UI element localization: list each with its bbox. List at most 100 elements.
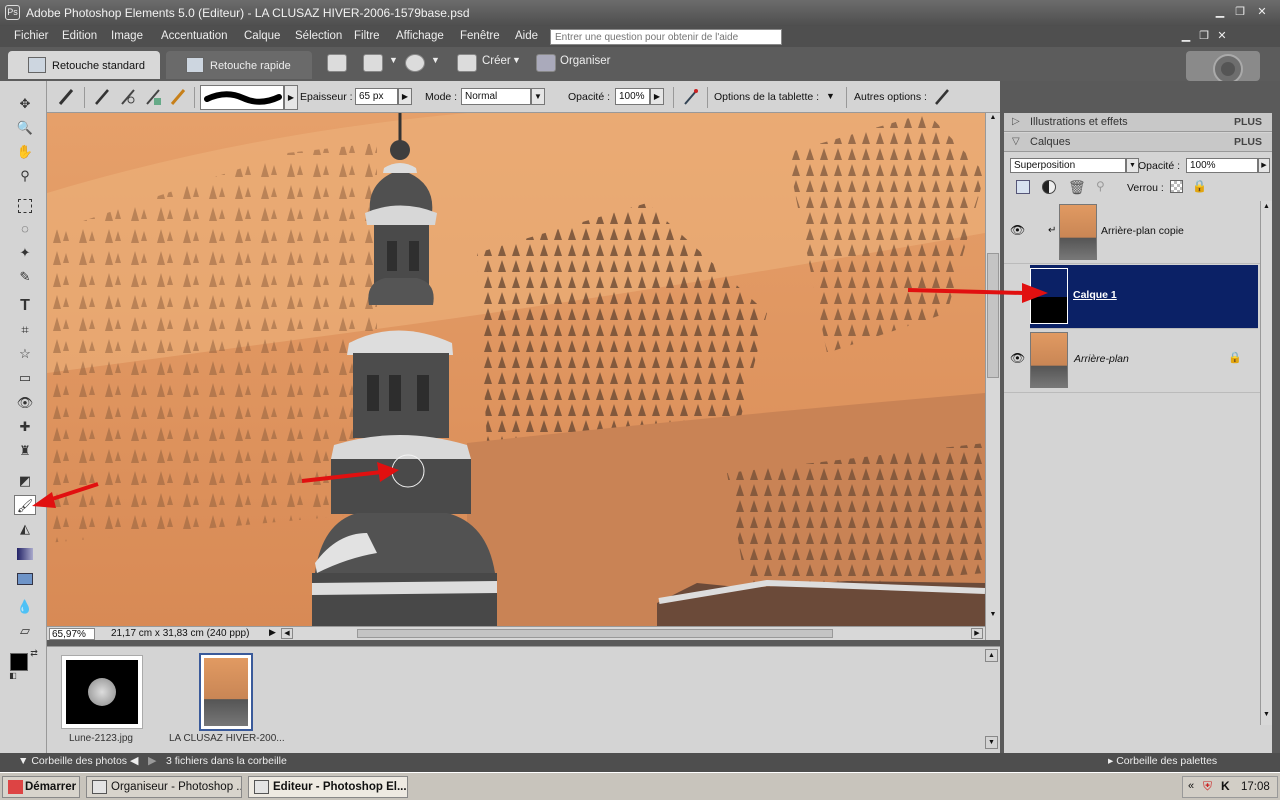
share-icon[interactable]	[363, 54, 383, 72]
help-search-input[interactable]	[550, 29, 782, 45]
layer-name[interactable]: Calque 1	[1073, 289, 1117, 301]
mode-select[interactable]: Normal	[461, 88, 531, 105]
menu-aide[interactable]: Aide	[515, 30, 538, 42]
bin-prev-icon[interactable]: ◀	[130, 754, 138, 767]
color-replace-icon[interactable]	[143, 87, 163, 107]
brush-dropdown-icon[interactable]: ▶	[284, 85, 298, 110]
lock-all-icon[interactable]: 🔒	[1192, 179, 1207, 193]
info-arrow-icon[interactable]: ▶	[269, 627, 276, 638]
selection-brush-icon[interactable]: ✎	[14, 267, 36, 287]
corbeille-palettes-toggle[interactable]: ▸ Corbeille des palettes	[1108, 755, 1217, 767]
opacite-arrow-icon[interactable]: ▶	[650, 88, 664, 105]
sponge-tool-icon[interactable]: ▱	[14, 621, 36, 641]
opacite-input[interactable]: 100%	[615, 88, 650, 105]
zoom-tool-icon[interactable]: 🔍	[14, 118, 36, 138]
bin-next-icon[interactable]: ▶	[148, 754, 156, 767]
menu-filtre[interactable]: Filtre	[354, 30, 380, 42]
start-button[interactable]: Démarrer	[2, 776, 80, 798]
healing-brush-icon[interactable]: ✚	[14, 417, 36, 437]
creer-button[interactable]: Créer	[482, 55, 511, 67]
lock-transparency-icon[interactable]	[1170, 180, 1183, 193]
document-canvas[interactable]	[47, 113, 985, 626]
menu-fichier[interactable]: Fichier	[14, 30, 49, 42]
antivirus-shield-icon[interactable]: ⛨	[1203, 779, 1212, 794]
type-tool-icon[interactable]: T	[14, 296, 36, 316]
task-editeur-active[interactable]: Editeur - Photoshop El...	[248, 776, 408, 798]
vscroll-up-icon[interactable]: ▲	[987, 114, 999, 126]
creer-dropdown-icon[interactable]: ▼	[512, 55, 521, 65]
doc-restore-icon[interactable]: ❐	[1196, 29, 1212, 43]
tab-retouche-standard[interactable]: Retouche standard	[8, 51, 160, 79]
calques-plus-button[interactable]: PLUS	[1234, 136, 1262, 148]
blend-mode-select[interactable]: Superposition	[1010, 158, 1126, 173]
rectangle-shape-icon[interactable]	[14, 568, 36, 588]
hscroll-right-icon[interactable]: ▶	[971, 628, 983, 639]
layers-scroll-up-icon[interactable]: ▲	[1261, 203, 1272, 214]
menu-accentuation[interactable]: Accentuation	[161, 30, 228, 42]
default-colors-icon[interactable]: ◧	[8, 671, 18, 681]
trash-icon[interactable]: 🗑	[1068, 179, 1086, 196]
adjustment-layer-icon[interactable]	[1042, 180, 1056, 194]
photo-bin-thumb-moon[interactable]	[61, 655, 143, 729]
pencil-tool-icon[interactable]	[168, 87, 188, 107]
brush-preset-icon[interactable]	[56, 87, 76, 107]
eyedropper-tool-icon[interactable]: ⚲	[14, 166, 36, 186]
layer-row-arriere-plan[interactable]: 👁 Arrière-plan 🔒	[1004, 329, 1260, 393]
expand-arrow-icon[interactable]: ▷	[1012, 116, 1020, 127]
layers-scroll-down-icon[interactable]: ▼	[1261, 711, 1272, 722]
marquee-tool-icon[interactable]	[14, 195, 36, 215]
illustrations-panel-header[interactable]: ▷ Illustrations et effets PLUS	[1004, 113, 1272, 132]
layer-name[interactable]: Arrière-plan copie	[1101, 225, 1184, 237]
photo-bin-thumb-clusaz[interactable]	[199, 653, 253, 731]
layer-opacity-input[interactable]: 100%	[1186, 158, 1258, 173]
layer-row-calque-1-selected[interactable]: Calque 1	[1030, 265, 1258, 329]
vscroll-thumb[interactable]	[987, 253, 999, 378]
layer-visibility-eye-icon[interactable]: 👁	[1010, 223, 1025, 237]
brush-stroke-preview[interactable]	[200, 85, 284, 110]
collapse-arrow-icon[interactable]: ▽	[1012, 136, 1020, 147]
doc-close-icon[interactable]: ✕	[1214, 29, 1230, 43]
menu-image[interactable]: Image	[111, 30, 143, 42]
close-icon[interactable]: ✕	[1254, 5, 1270, 19]
shape-star-icon[interactable]: ☆	[14, 344, 36, 364]
move-tool-icon[interactable]: ✥	[14, 94, 36, 114]
hscroll-left-icon[interactable]: ◀	[281, 628, 293, 639]
menu-edition[interactable]: Edition	[62, 30, 97, 42]
restore-icon[interactable]: ❐	[1232, 5, 1248, 19]
print-icon[interactable]	[327, 54, 347, 72]
airbrush-icon[interactable]	[681, 87, 701, 107]
organiser-grid-icon[interactable]	[536, 54, 556, 72]
mode-dropdown-icon[interactable]: ▼	[531, 88, 545, 105]
swap-colors-icon[interactable]: ⇄	[28, 647, 40, 659]
layers-scrollbar[interactable]: ▲ ▼	[1260, 201, 1272, 725]
illustrations-plus-button[interactable]: PLUS	[1234, 116, 1262, 128]
blur-tool-icon[interactable]: 💧	[14, 597, 36, 617]
hscroll-thumb[interactable]	[357, 629, 833, 638]
crop-tool-icon[interactable]: ⌗	[14, 320, 36, 340]
doc-minimize-icon[interactable]: ▁	[1178, 29, 1194, 43]
corbeille-photos-toggle[interactable]: ▼ Corbeille des photos	[18, 755, 127, 767]
kaspersky-icon[interactable]: K	[1221, 779, 1230, 793]
layer-row-arriere-plan-copie[interactable]: 👁 ↵ Arrière-plan copie	[1004, 201, 1260, 264]
bin-scroll-down-icon[interactable]: ▼	[985, 736, 998, 749]
paint-bucket-icon[interactable]: ◭	[14, 519, 36, 539]
task-organiseur[interactable]: Organiseur - Photoshop ...	[86, 776, 242, 798]
impressionist-brush-icon[interactable]	[118, 87, 138, 107]
zoom-field[interactable]: 65,97%	[49, 628, 95, 640]
layer-visibility-eye-icon[interactable]: 👁	[1010, 351, 1025, 365]
brush-tool-icon[interactable]	[92, 87, 112, 107]
vscroll-down-icon[interactable]: ▼	[987, 611, 999, 623]
lasso-tool-icon[interactable]: ◌	[14, 219, 36, 239]
menu-calque[interactable]: Calque	[244, 30, 280, 42]
menu-affichage[interactable]: Affichage	[396, 30, 444, 42]
organiser-button[interactable]: Organiser	[560, 55, 611, 67]
layer-name[interactable]: Arrière-plan	[1074, 353, 1129, 365]
web-dropdown-icon[interactable]: ▼	[431, 55, 440, 65]
share-dropdown-icon[interactable]: ▼	[389, 55, 398, 65]
menu-selection[interactable]: Sélection	[295, 30, 342, 42]
red-eye-tool-icon[interactable]: 👁	[14, 393, 36, 413]
epaisseur-arrow-icon[interactable]: ▶	[398, 88, 412, 105]
straighten-tool-icon[interactable]: ▭	[14, 368, 36, 388]
clone-stamp-icon[interactable]: ♜	[14, 441, 36, 461]
hand-tool-icon[interactable]: ✋	[14, 142, 36, 162]
